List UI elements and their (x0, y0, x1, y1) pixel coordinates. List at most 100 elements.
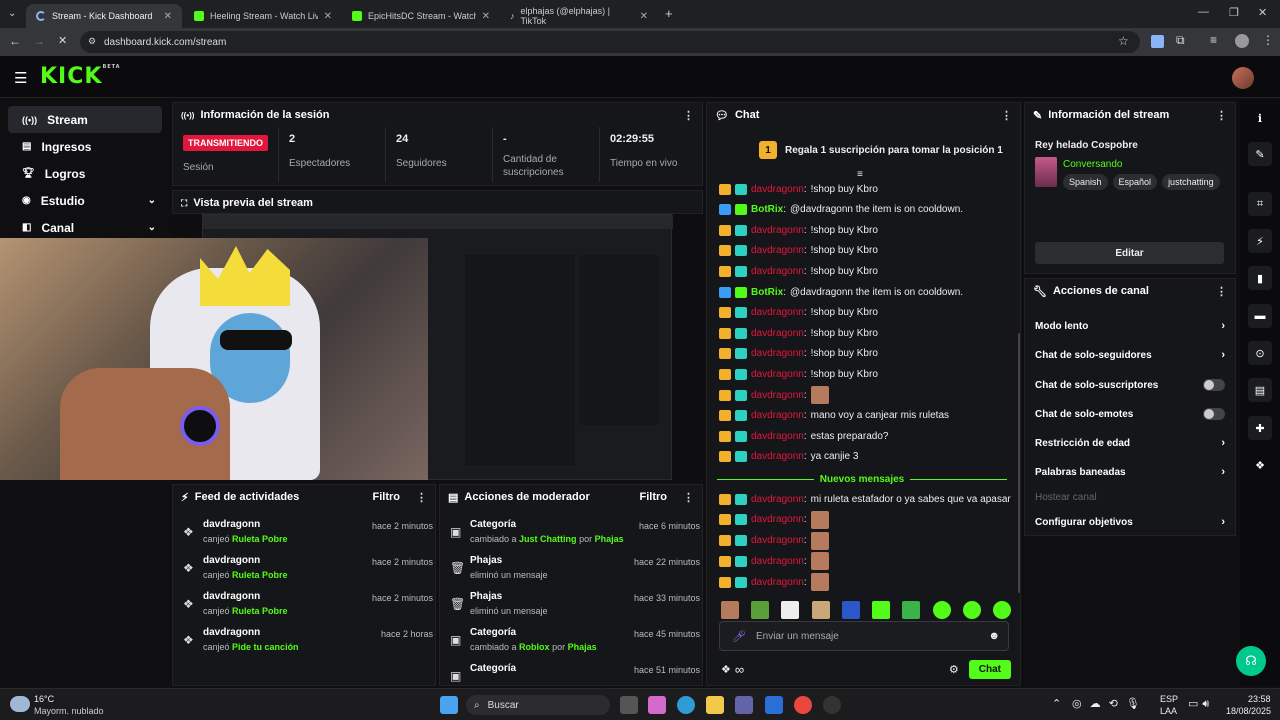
network-volume-icons[interactable]: ▭🔊︎ (1188, 697, 1213, 711)
teams-icon[interactable] (735, 696, 753, 714)
emote-icon[interactable] (962, 601, 981, 619)
minimize-icon[interactable]: — (1198, 6, 1209, 18)
chat-input[interactable]: 🎤︎ Enviar un mensaje ☻ (719, 621, 1009, 651)
chat-settings-gear-icon[interactable]: ⚙ (949, 663, 959, 676)
sidebar-item-canal[interactable]: ◧ Canal ⌄ (8, 214, 162, 241)
info-icon[interactable]: ℹ (1248, 106, 1272, 130)
emote-icon[interactable] (751, 601, 770, 619)
chat-username[interactable]: davdragonn (751, 328, 804, 339)
address-bar[interactable]: ⚙ dashboard.kick.com/stream ☆ (80, 31, 1140, 53)
stop-loading-icon[interactable]: ✕ (58, 34, 67, 47)
mod-queue-icon[interactable]: ▤ (1248, 378, 1272, 402)
document-icon[interactable]: ▮ (1248, 266, 1272, 290)
tab-epichitsdc-stream[interactable]: EpicHitsDC Stream - Watch Live ✕ (342, 4, 500, 28)
maximize-icon[interactable]: ❐ (1229, 6, 1239, 19)
close-tab-icon[interactable]: ✕ (324, 11, 332, 22)
broadcast-icon[interactable]: ⊙ (1248, 341, 1272, 365)
site-info-icon[interactable]: ⚙ (88, 36, 96, 47)
emote-icon[interactable] (811, 601, 830, 619)
infinity-icon[interactable]: ∞ (735, 662, 744, 677)
more-options-icon[interactable]: ⋮ (1216, 109, 1227, 122)
more-options-icon[interactable]: ⋮ (1001, 109, 1012, 122)
translate-icon[interactable] (1151, 35, 1164, 48)
chat-username[interactable]: davdragonn (751, 348, 804, 359)
chat-username[interactable]: davdragonn (751, 245, 804, 256)
lightning-icon[interactable]: ⚡︎ (1248, 229, 1272, 253)
more-options-icon[interactable]: ⋮ (416, 491, 427, 504)
subscribers-only-toggle[interactable] (1203, 379, 1225, 391)
chat-username[interactable]: davdragonn (751, 369, 804, 380)
chat-username[interactable]: davdragonn (751, 494, 804, 505)
emote-icon[interactable] (992, 601, 1011, 619)
sidebar-item-logros[interactable]: 🏆︎ Logros (8, 160, 162, 187)
chat-username[interactable]: davdragonn (751, 577, 804, 588)
chat-username[interactable]: davdragonn (751, 225, 804, 236)
emote-icon[interactable] (872, 601, 891, 619)
edit-stream-button[interactable]: Editar (1035, 242, 1224, 264)
community-icon[interactable]: ❖ (1248, 453, 1272, 477)
tab-tiktok[interactable]: ♪ elphajas (@elphajas) | TikTok ✕ (500, 4, 658, 28)
community-icon[interactable]: ❖ (721, 663, 731, 676)
windows-start-icon[interactable] (440, 696, 458, 714)
emote-icon[interactable] (932, 601, 951, 619)
chat-username[interactable]: davdragonn (751, 410, 804, 421)
sidebar-item-ingresos[interactable]: ▤ Ingresos (8, 133, 162, 160)
chat-username[interactable]: davdragonn (751, 451, 804, 462)
bookmark-star-icon[interactable]: ☆ (1118, 34, 1129, 48)
tab-kick-dashboard[interactable]: Stream - Kick Dashboard ✕ (26, 4, 182, 28)
tray-icons[interactable]: ◎☁⟲🎙︎ (1072, 697, 1148, 710)
new-tab-icon[interactable]: + (665, 6, 673, 21)
more-options-icon[interactable]: ⋮ (683, 491, 694, 504)
help-chat-button[interactable]: ☊ (1236, 646, 1266, 676)
task-view-icon[interactable] (620, 696, 638, 714)
edge-icon[interactable] (677, 696, 695, 714)
store-icon[interactable] (765, 696, 783, 714)
close-tab-icon[interactable]: ✕ (164, 11, 172, 22)
close-tab-icon[interactable]: ✕ (482, 11, 490, 22)
forward-icon[interactable]: → (33, 34, 45, 48)
chat-username[interactable]: BotRix (751, 287, 783, 298)
chat-username[interactable]: davdragonn (751, 307, 804, 318)
sidebar-item-estudio[interactable]: ◉ Estudio ⌄ (8, 187, 162, 214)
weather-icon[interactable] (10, 696, 30, 712)
action-followers-only[interactable]: Chat de solo-seguidores › (1035, 342, 1225, 368)
close-window-icon[interactable]: ✕ (1258, 6, 1267, 19)
chat-username[interactable]: davdragonn (751, 266, 804, 277)
hamburger-menu-icon[interactable]: ☰ (14, 69, 27, 87)
chat-username[interactable]: davdragonn (751, 390, 804, 401)
clock-time[interactable]: 23:58 (1248, 694, 1271, 704)
language-top[interactable]: ESP (1160, 694, 1178, 704)
profile-icon[interactable] (1235, 34, 1249, 48)
sidebar-item-stream[interactable]: ((•)) Stream (8, 106, 162, 133)
emote-icon[interactable] (841, 601, 860, 619)
weather-temp[interactable]: 16°C (34, 694, 54, 704)
chat-icon[interactable]: ▬ (1248, 304, 1272, 328)
chat-username[interactable]: davdragonn (751, 431, 804, 442)
more-options-icon[interactable]: ⋮ (683, 109, 694, 122)
microphone-icon[interactable]: 🎤︎ (732, 630, 746, 643)
emoji-picker-icon[interactable]: ☻ (988, 630, 1000, 642)
tab-list-chevron-icon[interactable]: ⌄ (8, 8, 16, 19)
copilot-icon[interactable] (648, 696, 666, 714)
emote-icon[interactable] (721, 601, 739, 619)
taskbar-search[interactable]: ⌕ Buscar (466, 695, 610, 715)
filter-button[interactable]: Filtro (373, 491, 401, 503)
browser-menu-icon[interactable]: ⋮ (1262, 33, 1274, 47)
reading-list-icon[interactable]: ≡ (1210, 33, 1217, 47)
obs-icon[interactable] (823, 696, 841, 714)
emotes-only-toggle[interactable] (1203, 408, 1225, 420)
category-name[interactable]: Conversando (1063, 159, 1122, 170)
chat-username[interactable]: davdragonn (751, 514, 804, 525)
edit-icon[interactable]: ✎ (1248, 142, 1272, 166)
kick-logo[interactable]: KICKBETA (40, 64, 121, 89)
action-banned-words[interactable]: Palabras baneadas › (1035, 459, 1225, 485)
wrench-icon[interactable]: ✚ (1248, 416, 1272, 440)
action-slow-mode[interactable]: Modo lento › (1035, 313, 1225, 339)
chat-username[interactable]: davdragonn (751, 535, 804, 546)
user-avatar[interactable] (1232, 67, 1254, 89)
action-age-restriction[interactable]: Restricción de edad › (1035, 430, 1225, 456)
chat-username[interactable]: davdragonn (751, 184, 804, 195)
emote-icon[interactable] (902, 601, 921, 619)
back-icon[interactable]: ← (9, 34, 21, 48)
file-explorer-icon[interactable] (706, 696, 724, 714)
